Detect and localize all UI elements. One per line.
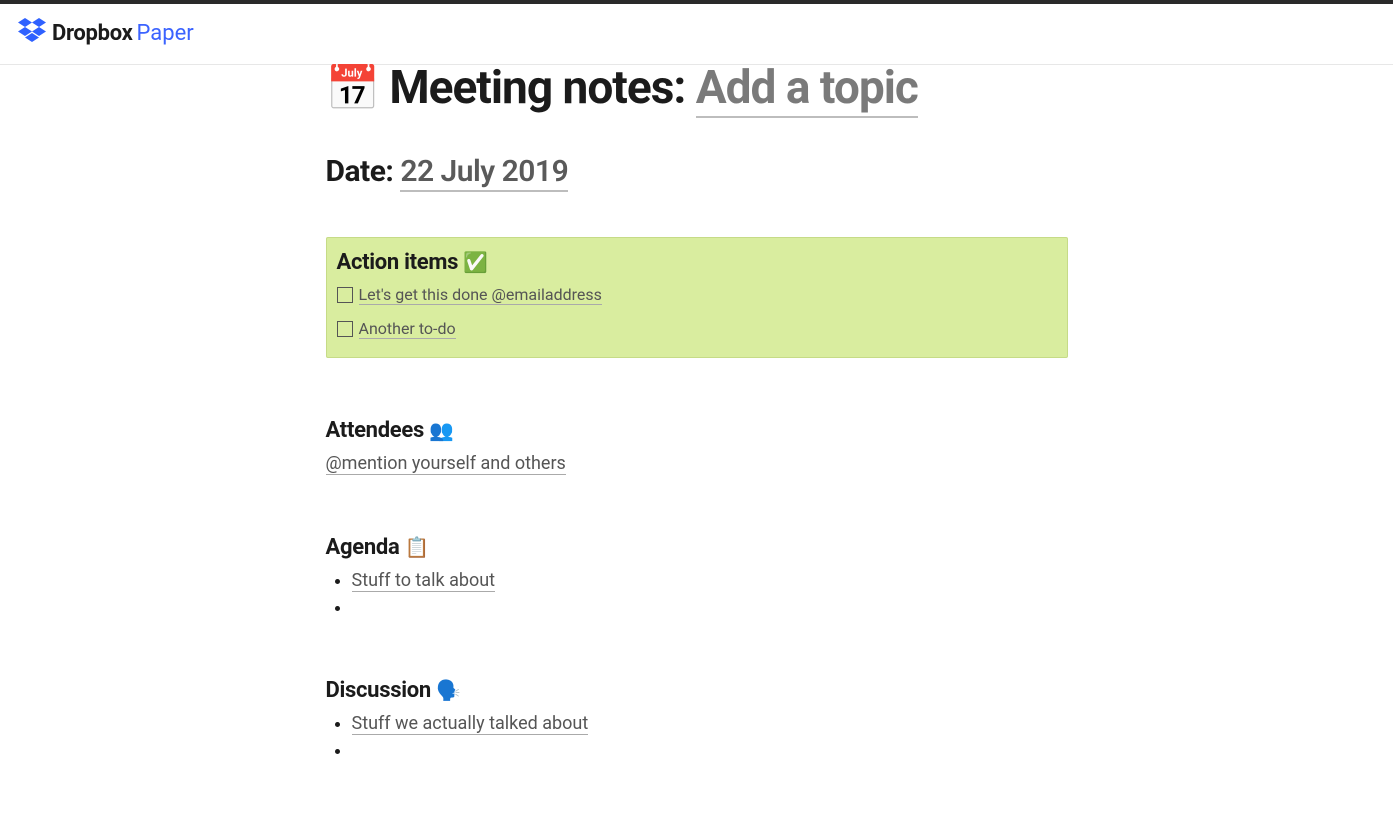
date-value[interactable]: 22 July 2019 — [400, 154, 568, 192]
discussion-section: Discussion 🗣️ Stuff we actually talked a… — [326, 678, 1068, 761]
attendees-placeholder[interactable]: @mention yourself and others — [326, 453, 566, 475]
action-item[interactable]: Another to-do — [337, 319, 1057, 339]
agenda-section: Agenda 📋 Stuff to talk about — [326, 535, 1068, 618]
checkmark-icon: ✅ — [463, 251, 487, 274]
agenda-list[interactable]: Stuff to talk about — [326, 570, 1068, 618]
date-label: Date: — [326, 154, 401, 189]
agenda-heading[interactable]: Agenda 📋 — [326, 535, 1068, 560]
clipboard-icon: 📋 — [405, 536, 429, 559]
attendees-section: Attendees 👥 @mention yourself and others — [326, 418, 1068, 475]
action-item-text[interactable]: Another to-do — [359, 319, 456, 339]
title-topic-placeholder[interactable]: Add a topic — [696, 61, 918, 118]
list-item-empty[interactable] — [352, 740, 1068, 761]
logo-text-paper: Paper — [136, 21, 193, 46]
action-items-section: Action items ✅ Let's get this done @emai… — [326, 237, 1068, 358]
action-items-heading[interactable]: Action items ✅ — [337, 250, 1057, 275]
calendar-icon: 📅 — [326, 62, 379, 114]
action-item-text[interactable]: Let's get this done @emailaddress — [359, 285, 602, 305]
speaking-head-icon: 🗣️ — [436, 679, 460, 702]
title-prefix: Meeting notes: — [389, 61, 695, 115]
list-item[interactable]: Stuff we actually talked about — [352, 713, 1068, 734]
logo-text-dropbox: Dropbox — [52, 21, 132, 46]
date-heading[interactable]: Date: 22 July 2019 — [326, 154, 1068, 189]
document-title[interactable]: 📅 Meeting notes: Add a topic — [326, 61, 1068, 116]
checkbox[interactable] — [337, 287, 353, 303]
list-item-empty[interactable] — [352, 597, 1068, 618]
document-body[interactable]: 📅 Meeting notes: Add a topic Date: 22 Ju… — [326, 61, 1068, 827]
dropbox-icon — [18, 18, 46, 48]
list-item[interactable]: Stuff to talk about — [352, 570, 1068, 591]
action-item[interactable]: Let's get this done @emailaddress — [337, 285, 1057, 305]
discussion-list[interactable]: Stuff we actually talked about — [326, 713, 1068, 761]
attendees-heading[interactable]: Attendees 👥 — [326, 418, 1068, 443]
silhouette-icon: 👥 — [429, 419, 453, 442]
action-items-list: Let's get this done @emailaddress Anothe… — [337, 285, 1057, 339]
app-header: Dropbox Paper — [0, 4, 1393, 65]
checkbox[interactable] — [337, 321, 353, 337]
dropbox-paper-logo[interactable]: Dropbox Paper — [18, 18, 1375, 48]
discussion-heading[interactable]: Discussion 🗣️ — [326, 678, 1068, 703]
